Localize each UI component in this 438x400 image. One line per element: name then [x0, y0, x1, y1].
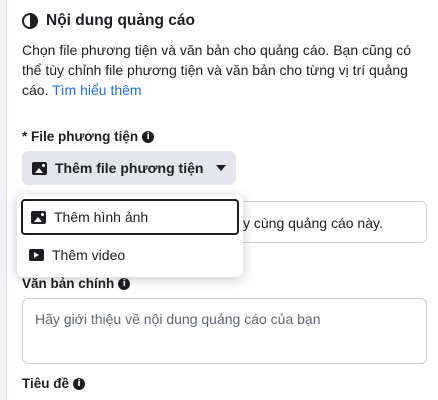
headline-label: Tiêu đề i: [22, 376, 86, 391]
add-media-button[interactable]: Thêm file phương tiện: [22, 151, 236, 185]
half-circle-icon: [22, 13, 38, 29]
learn-more-link[interactable]: Tìm hiểu thêm: [52, 82, 141, 98]
info-icon[interactable]: i: [73, 377, 86, 390]
video-icon: [29, 249, 44, 261]
media-info-text: y cùng quảng cáo này.: [243, 215, 383, 231]
headline-label-text: Tiêu đề: [22, 376, 70, 391]
info-icon[interactable]: i: [142, 130, 155, 143]
section-title: Nội dung quảng cáo: [46, 12, 195, 29]
caret-down-icon: [216, 165, 226, 171]
menu-item-label: Thêm video: [52, 247, 126, 263]
primary-text-label-text: Văn bản chính: [22, 276, 115, 291]
menu-item-add-video[interactable]: Thêm video: [21, 237, 239, 273]
primary-text-label: Văn bản chính i: [22, 276, 131, 291]
ad-content-card: Nội dung quảng cáo Chọn file phương tiện…: [6, 0, 438, 400]
image-icon: [31, 210, 46, 224]
image-icon: [32, 161, 47, 175]
media-label-text: * File phương tiện: [22, 129, 139, 144]
menu-item-add-image[interactable]: Thêm hình ảnh: [21, 199, 239, 235]
primary-text-input[interactable]: [22, 298, 427, 364]
section-header: Nội dung quảng cáo: [22, 12, 195, 30]
section-description: Chọn file phương tiện và văn bản cho quả…: [22, 40, 427, 100]
menu-item-label: Thêm hình ảnh: [54, 209, 149, 225]
add-media-dropdown: Thêm hình ảnh Thêm video: [17, 195, 243, 277]
info-icon[interactable]: i: [118, 277, 131, 290]
add-media-button-label: Thêm file phương tiện: [55, 160, 204, 176]
media-field-label: * File phương tiện i: [22, 129, 155, 144]
